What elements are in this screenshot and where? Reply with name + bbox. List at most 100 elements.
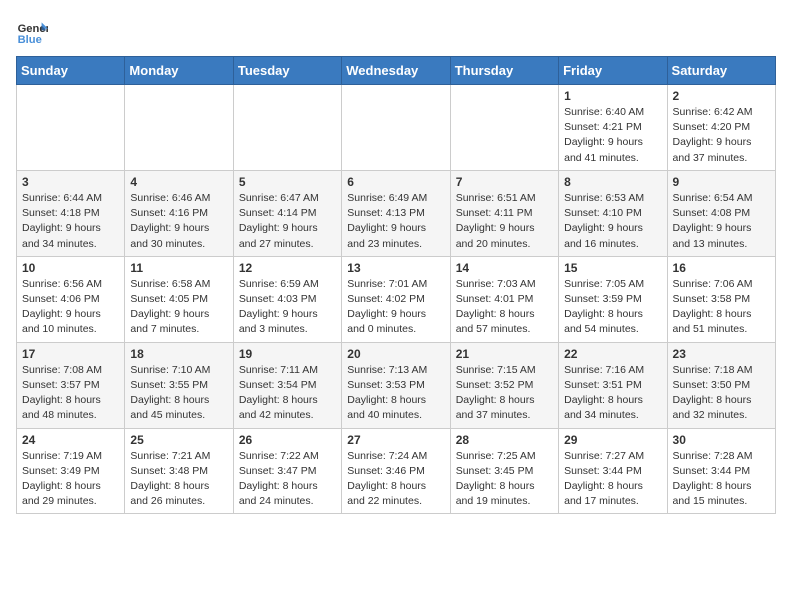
calendar-cell: 12 Sunrise: 6:59 AM Sunset: 4:03 PM Dayli… — [233, 256, 341, 342]
day-info: Sunrise: 6:56 AM Sunset: 4:06 PM Dayligh… — [22, 277, 119, 338]
calendar-table: SundayMondayTuesdayWednesdayThursdayFrid… — [16, 56, 776, 514]
calendar-header-friday: Friday — [559, 57, 667, 85]
day-number: 4 — [130, 175, 227, 189]
day-number: 10 — [22, 261, 119, 275]
day-number: 28 — [456, 433, 553, 447]
calendar-cell: 13 Sunrise: 7:01 AM Sunset: 4:02 PM Dayli… — [342, 256, 450, 342]
day-number: 9 — [673, 175, 770, 189]
calendar-cell: 17Sunrise: 7:08 AM Sunset: 3:57 PM Dayli… — [17, 342, 125, 428]
calendar-cell: 3 Sunrise: 6:44 AM Sunset: 4:18 PM Daylig… — [17, 170, 125, 256]
day-info: Sunrise: 7:08 AM Sunset: 3:57 PM Dayligh… — [22, 363, 119, 424]
calendar-cell: 18 Sunrise: 7:10 AM Sunset: 3:55 PM Dayli… — [125, 342, 233, 428]
calendar-header-tuesday: Tuesday — [233, 57, 341, 85]
day-number: 2 — [673, 89, 770, 103]
day-number: 5 — [239, 175, 336, 189]
day-info: Sunrise: 7:28 AM Sunset: 3:44 PM Dayligh… — [673, 449, 770, 510]
day-info: Sunrise: 7:27 AM Sunset: 3:44 PM Dayligh… — [564, 449, 661, 510]
day-info: Sunrise: 7:10 AM Sunset: 3:55 PM Dayligh… — [130, 363, 227, 424]
calendar-cell: 1 Sunrise: 6:40 AM Sunset: 4:21 PM Daylig… — [559, 85, 667, 171]
day-info: Sunrise: 6:53 AM Sunset: 4:10 PM Dayligh… — [564, 191, 661, 252]
day-info: Sunrise: 6:44 AM Sunset: 4:18 PM Dayligh… — [22, 191, 119, 252]
day-number: 24 — [22, 433, 119, 447]
calendar-cell: 22Sunrise: 7:16 AM Sunset: 3:51 PM Dayli… — [559, 342, 667, 428]
day-info: Sunrise: 6:46 AM Sunset: 4:16 PM Dayligh… — [130, 191, 227, 252]
calendar-cell: 30 Sunrise: 7:28 AM Sunset: 3:44 PM Dayli… — [667, 428, 775, 514]
day-number: 21 — [456, 347, 553, 361]
day-info: Sunrise: 7:24 AM Sunset: 3:46 PM Dayligh… — [347, 449, 444, 510]
day-info: Sunrise: 7:13 AM Sunset: 3:53 PM Dayligh… — [347, 363, 444, 424]
day-info: Sunrise: 7:25 AM Sunset: 3:45 PM Dayligh… — [456, 449, 553, 510]
day-info: Sunrise: 7:11 AM Sunset: 3:54 PM Dayligh… — [239, 363, 336, 424]
calendar-cell: 21 Sunrise: 7:15 AM Sunset: 3:52 PM Dayli… — [450, 342, 558, 428]
calendar-cell — [342, 85, 450, 171]
day-number: 16 — [673, 261, 770, 275]
day-number: 13 — [347, 261, 444, 275]
calendar-cell: 19 Sunrise: 7:11 AM Sunset: 3:54 PM Dayli… — [233, 342, 341, 428]
day-info: Sunrise: 6:54 AM Sunset: 4:08 PM Dayligh… — [673, 191, 770, 252]
calendar-cell: 2 Sunrise: 6:42 AM Sunset: 4:20 PM Daylig… — [667, 85, 775, 171]
calendar-cell — [450, 85, 558, 171]
day-info: Sunrise: 7:05 AM Sunset: 3:59 PM Dayligh… — [564, 277, 661, 338]
calendar-cell: 7 Sunrise: 6:51 AM Sunset: 4:11 PM Daylig… — [450, 170, 558, 256]
calendar-cell: 14Sunrise: 7:03 AM Sunset: 4:01 PM Dayli… — [450, 256, 558, 342]
day-info: Sunrise: 6:51 AM Sunset: 4:11 PM Dayligh… — [456, 191, 553, 252]
day-number: 26 — [239, 433, 336, 447]
day-number: 30 — [673, 433, 770, 447]
day-number: 29 — [564, 433, 661, 447]
day-info: Sunrise: 7:21 AM Sunset: 3:48 PM Dayligh… — [130, 449, 227, 510]
calendar-cell: 10 Sunrise: 6:56 AM Sunset: 4:06 PM Dayli… — [17, 256, 125, 342]
calendar-cell: 11Sunrise: 6:58 AM Sunset: 4:05 PM Dayli… — [125, 256, 233, 342]
calendar-cell: 8 Sunrise: 6:53 AM Sunset: 4:10 PM Daylig… — [559, 170, 667, 256]
day-info: Sunrise: 7:19 AM Sunset: 3:49 PM Dayligh… — [22, 449, 119, 510]
day-number: 18 — [130, 347, 227, 361]
day-info: Sunrise: 6:59 AM Sunset: 4:03 PM Dayligh… — [239, 277, 336, 338]
calendar-week-1: 1 Sunrise: 6:40 AM Sunset: 4:21 PM Daylig… — [17, 85, 776, 171]
calendar-cell — [125, 85, 233, 171]
logo-icon: General Blue — [16, 16, 48, 48]
day-info: Sunrise: 7:01 AM Sunset: 4:02 PM Dayligh… — [347, 277, 444, 338]
calendar-cell: 4 Sunrise: 6:46 AM Sunset: 4:16 PM Daylig… — [125, 170, 233, 256]
calendar-cell: 16Sunrise: 7:06 AM Sunset: 3:58 PM Dayli… — [667, 256, 775, 342]
day-number: 20 — [347, 347, 444, 361]
calendar-cell: 5 Sunrise: 6:47 AM Sunset: 4:14 PM Daylig… — [233, 170, 341, 256]
day-info: Sunrise: 6:49 AM Sunset: 4:13 PM Dayligh… — [347, 191, 444, 252]
calendar-cell: 6 Sunrise: 6:49 AM Sunset: 4:13 PM Daylig… — [342, 170, 450, 256]
day-info: Sunrise: 7:15 AM Sunset: 3:52 PM Dayligh… — [456, 363, 553, 424]
calendar-cell — [233, 85, 341, 171]
day-number: 15 — [564, 261, 661, 275]
day-number: 1 — [564, 89, 661, 103]
day-number: 11 — [130, 261, 227, 275]
calendar-header-sunday: Sunday — [17, 57, 125, 85]
calendar-cell: 20 Sunrise: 7:13 AM Sunset: 3:53 PM Dayli… — [342, 342, 450, 428]
calendar-header-monday: Monday — [125, 57, 233, 85]
day-info: Sunrise: 7:22 AM Sunset: 3:47 PM Dayligh… — [239, 449, 336, 510]
calendar-cell: 24 Sunrise: 7:19 AM Sunset: 3:49 PM Dayli… — [17, 428, 125, 514]
calendar-header-row: SundayMondayTuesdayWednesdayThursdayFrid… — [17, 57, 776, 85]
day-number: 27 — [347, 433, 444, 447]
calendar-cell: 15 Sunrise: 7:05 AM Sunset: 3:59 PM Dayli… — [559, 256, 667, 342]
day-info: Sunrise: 6:47 AM Sunset: 4:14 PM Dayligh… — [239, 191, 336, 252]
calendar-cell: 25 Sunrise: 7:21 AM Sunset: 3:48 PM Dayli… — [125, 428, 233, 514]
logo: General Blue — [16, 16, 52, 48]
calendar-week-2: 3 Sunrise: 6:44 AM Sunset: 4:18 PM Daylig… — [17, 170, 776, 256]
calendar-cell — [17, 85, 125, 171]
day-number: 7 — [456, 175, 553, 189]
day-number: 6 — [347, 175, 444, 189]
day-number: 25 — [130, 433, 227, 447]
day-number: 8 — [564, 175, 661, 189]
calendar-week-4: 17Sunrise: 7:08 AM Sunset: 3:57 PM Dayli… — [17, 342, 776, 428]
day-number: 3 — [22, 175, 119, 189]
day-number: 19 — [239, 347, 336, 361]
day-info: Sunrise: 6:40 AM Sunset: 4:21 PM Dayligh… — [564, 105, 661, 166]
page-header: General Blue — [16, 16, 776, 48]
calendar-cell: 27 Sunrise: 7:24 AM Sunset: 3:46 PM Dayli… — [342, 428, 450, 514]
day-info: Sunrise: 7:18 AM Sunset: 3:50 PM Dayligh… — [673, 363, 770, 424]
day-info: Sunrise: 6:42 AM Sunset: 4:20 PM Dayligh… — [673, 105, 770, 166]
day-number: 22 — [564, 347, 661, 361]
calendar-header-saturday: Saturday — [667, 57, 775, 85]
svg-text:Blue: Blue — [18, 34, 42, 46]
calendar-header-thursday: Thursday — [450, 57, 558, 85]
day-number: 12 — [239, 261, 336, 275]
calendar-cell: 28 Sunrise: 7:25 AM Sunset: 3:45 PM Dayli… — [450, 428, 558, 514]
calendar-cell: 9 Sunrise: 6:54 AM Sunset: 4:08 PM Daylig… — [667, 170, 775, 256]
